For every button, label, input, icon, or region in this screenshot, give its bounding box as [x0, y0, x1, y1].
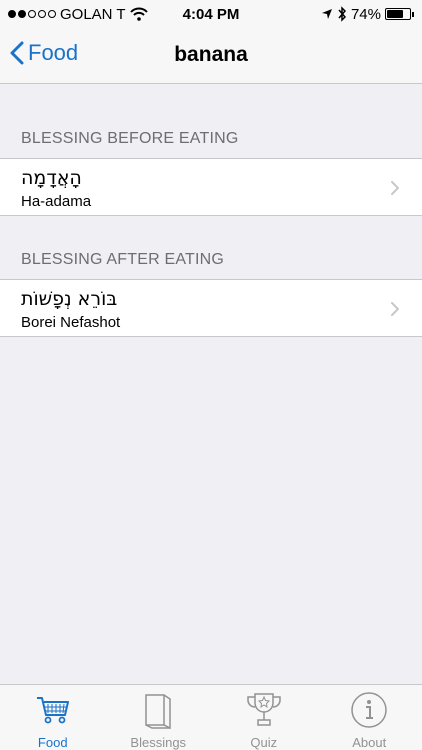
wifi-icon	[129, 7, 148, 21]
info-icon	[351, 692, 387, 728]
section-header-before-eating: BLESSING BEFORE EATING	[21, 130, 239, 147]
navigation-bar: Food banana	[0, 28, 422, 84]
cart-icon	[36, 697, 69, 724]
blessing-transliteration: Ha-adama	[21, 193, 92, 210]
page-title: banana	[174, 43, 248, 66]
signal-strength-icon	[8, 10, 56, 18]
blessing-hebrew-text: הָאֲדָמָה	[21, 167, 82, 189]
tab-quiz-label: Quiz	[250, 735, 278, 750]
battery-icon	[385, 8, 414, 20]
blessing-before-row[interactable]: הָאֲדָמָה Ha-adama	[0, 158, 422, 216]
chevron-right-icon	[391, 302, 399, 316]
tab-blessings[interactable]: Blessings	[106, 685, 212, 750]
blessing-transliteration: Borei Nefashot	[21, 314, 121, 331]
status-bar: GOLAN T 4:04 PM 74%	[0, 0, 422, 28]
bluetooth-icon	[338, 6, 346, 22]
tab-about-label: About	[352, 735, 387, 750]
carrier-name: GOLAN T	[60, 5, 126, 23]
chevron-right-icon	[391, 181, 399, 195]
tab-food[interactable]: Food	[0, 685, 106, 750]
battery-percent: 74%	[350, 5, 381, 23]
tab-food-label: Food	[37, 735, 68, 750]
books-icon	[145, 694, 171, 729]
tab-blessings-label: Blessings	[130, 735, 187, 750]
trophy-icon	[247, 693, 281, 726]
blessing-after-row[interactable]: בּוֹרֵא נְפָשׁוֹת Borei Nefashot	[0, 279, 422, 337]
section-header-after-eating: BLESSING AFTER EATING	[21, 251, 225, 268]
tab-about[interactable]: About	[317, 685, 422, 750]
blessing-hebrew-text: בּוֹרֵא נְפָשׁוֹת	[21, 288, 118, 310]
tab-quiz[interactable]: Quiz	[211, 685, 317, 750]
status-time: 4:04 PM	[182, 5, 240, 23]
tab-bar: Food Blessings Quiz About	[0, 684, 422, 750]
location-arrow-icon	[321, 9, 332, 19]
